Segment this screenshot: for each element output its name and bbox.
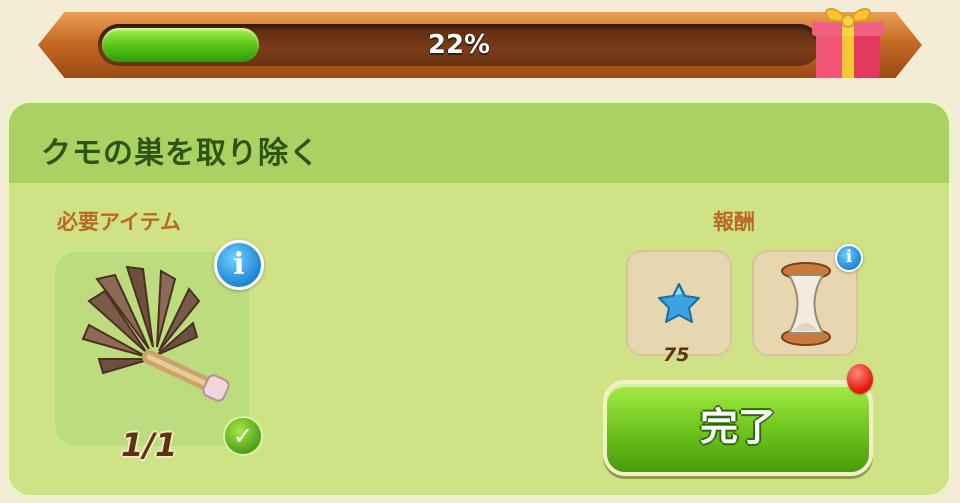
item-count: 1/1 [121, 426, 178, 464]
task-title: クモの巣を取り除く [41, 136, 320, 171]
blue-star-gem-icon [658, 283, 700, 323]
required-items-label: 必要アイテム [57, 210, 181, 234]
reward-amount: 75 [663, 344, 690, 366]
reward-label: 報酬 [713, 210, 755, 234]
hourglass-icon [781, 262, 831, 346]
panel-header: クモの巣を取り除く [9, 103, 949, 183]
progress-track: 22% [98, 24, 820, 66]
complete-button[interactable]: 完了 [603, 380, 873, 476]
item-info-icon[interactable]: i [214, 240, 264, 290]
progress-percent: 22% [427, 30, 491, 60]
alert-badge [847, 364, 873, 394]
check-icon: ✓ [223, 416, 263, 456]
gift-box-icon[interactable] [806, 0, 890, 82]
reward-info-icon[interactable]: i [835, 244, 863, 272]
feather-duster-icon [81, 265, 230, 402]
